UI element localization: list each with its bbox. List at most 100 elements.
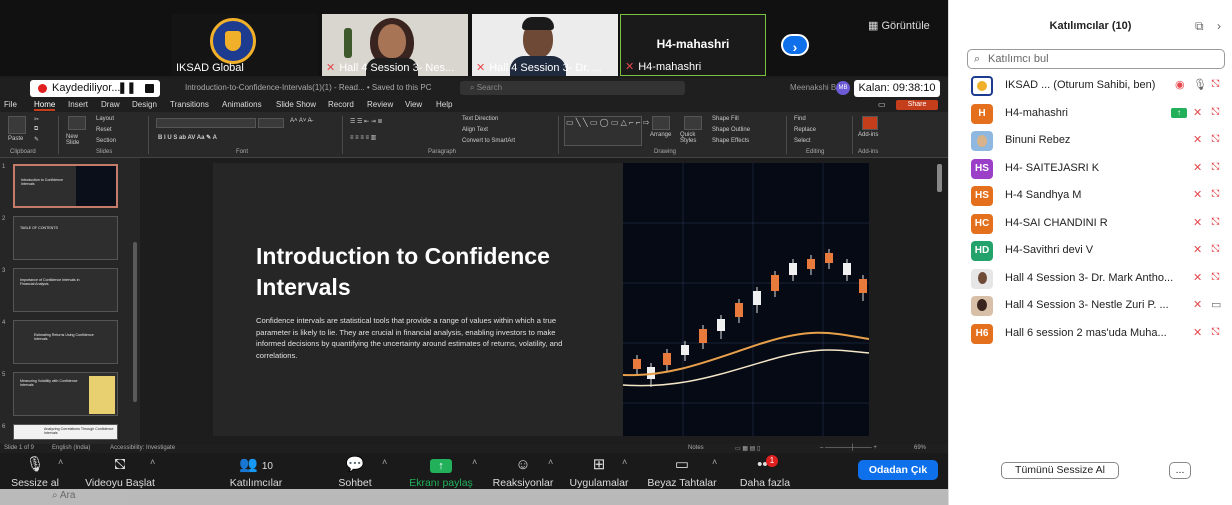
accessibility-status[interactable]: Accessibility: Investigate xyxy=(110,445,175,451)
stop-icon[interactable] xyxy=(145,84,154,93)
pop-out-icon[interactable]: ⧉ xyxy=(1195,19,1204,34)
font-family-select[interactable] xyxy=(156,118,256,128)
font-style-icons[interactable]: B I U S ab AV Aa ✎ A xyxy=(158,134,217,141)
thumbnail-slide-1[interactable]: Introduction to Confidence Intervals xyxy=(13,164,118,208)
taskbar-search[interactable]: ⌕ Ara xyxy=(52,490,75,501)
menu-insert[interactable]: Insert xyxy=(68,100,88,109)
whiteboards-button[interactable]: ▭ Beyaz Tahtalar xyxy=(646,453,718,489)
participant-row[interactable]: HD H4-Savithri devi V ✕ ⛞ xyxy=(949,239,1232,263)
format-painter-icon[interactable]: ✎ xyxy=(34,136,39,143)
video-tile-nestle[interactable]: ✕ Hall 4 Session 3- Nes... xyxy=(322,14,468,76)
participant-row[interactable]: H H4-mahashri ↑ ✕ ⛞ xyxy=(949,102,1232,126)
quick-styles-icon[interactable] xyxy=(684,116,702,130)
font-size-icons[interactable]: A˄ A˅ A̶ xyxy=(290,118,312,124)
pause-icon[interactable]: ❚❚ xyxy=(118,80,136,97)
participant-row[interactable]: HS H-4 Sandhya M ✕ ⛞ xyxy=(949,184,1232,208)
thumbnail-slide-4[interactable]: Estimating Returns Using Confidence Inte… xyxy=(13,320,118,364)
video-tile-iksad[interactable]: IKSAD Global xyxy=(172,14,318,76)
new-slide-label[interactable]: New Slide xyxy=(66,134,92,146)
menu-record[interactable]: Record xyxy=(328,100,354,109)
participant-row[interactable]: H6 Hall 6 session 2 mas'uda Muha... ✕ ⛞ xyxy=(949,322,1232,346)
reactions-button[interactable]: ☺ Reaksiyonlar xyxy=(492,453,554,489)
chat-button[interactable]: 💬 Sohbet xyxy=(330,453,380,489)
slide-scrollbar[interactable] xyxy=(937,164,942,192)
participant-row[interactable]: Hall 4 Session 3- Nestle Zuri P. ... ✕ ▭ xyxy=(949,294,1232,318)
text-direction-label[interactable]: Text Direction xyxy=(462,116,498,122)
find-label[interactable]: Find xyxy=(794,116,806,122)
reset-label[interactable]: Reset xyxy=(96,127,112,133)
chevron-up-icon[interactable]: ˄ xyxy=(382,457,387,467)
arrange-label[interactable]: Arrange xyxy=(650,132,671,138)
zoom-slider[interactable]: – ──────┼──── + xyxy=(820,445,877,451)
new-slide-icon[interactable] xyxy=(68,116,86,130)
quick-styles-label[interactable]: Quick Styles xyxy=(680,132,708,144)
participant-search-input[interactable]: ⌕ Katılımcı bul xyxy=(967,49,1225,69)
chevron-up-icon[interactable]: ˄ xyxy=(58,457,63,467)
close-icon[interactable]: › xyxy=(1217,19,1221,33)
section-label[interactable]: Section xyxy=(96,138,116,144)
replace-label[interactable]: Replace xyxy=(794,127,816,133)
menu-animations[interactable]: Animations xyxy=(222,100,262,109)
language-status[interactable]: English (India) xyxy=(52,445,90,451)
arrange-icon[interactable] xyxy=(652,116,670,130)
participant-row[interactable]: HC H4-SAI CHANDINI R ✕ ⛞ xyxy=(949,212,1232,236)
shape-outline-label[interactable]: Shape Outline xyxy=(712,127,750,133)
share-button[interactable]: Share xyxy=(896,100,938,110)
menu-view[interactable]: View xyxy=(405,100,422,109)
menu-draw[interactable]: Draw xyxy=(101,100,120,109)
recording-indicator[interactable]: Kaydediliyor... ❚❚ xyxy=(30,80,160,97)
shape-fill-label[interactable]: Shape Fill xyxy=(712,116,739,122)
mute-button[interactable]: 🎙 Sessize al xyxy=(8,453,62,489)
participant-row[interactable]: HS H4- SAITEJASRI K ✕ ⛞ xyxy=(949,157,1232,181)
thumbnail-slide-6[interactable]: Analyzing Correlations Through Confidenc… xyxy=(13,424,118,440)
menu-transitions[interactable]: Transitions xyxy=(170,100,209,109)
copy-icon[interactable]: ⧉ xyxy=(34,126,38,133)
addins-label[interactable]: Add-ins xyxy=(858,132,878,138)
video-tile-mahashri[interactable]: H4-mahashri ✕ H4-mahashri xyxy=(620,14,766,76)
zoom-level[interactable]: 69% xyxy=(914,445,926,451)
paste-label[interactable]: Paste xyxy=(8,136,23,142)
align-icons[interactable]: ≡ ≡ ≡ ≡ ▥ xyxy=(350,134,376,141)
chevron-up-icon[interactable]: ˄ xyxy=(622,457,627,467)
menu-help[interactable]: Help xyxy=(436,100,452,109)
ppt-search-input[interactable]: ⌕ Search xyxy=(460,81,685,95)
smartart-label[interactable]: Convert to SmartArt xyxy=(462,138,515,144)
mute-all-button[interactable]: Tümünü Sessize Al xyxy=(1001,462,1119,479)
menu-file[interactable]: File xyxy=(4,100,17,109)
thumbnail-slide-5[interactable]: Measuring Volatility with Confidence Int… xyxy=(13,372,118,416)
menu-slide-show[interactable]: Slide Show xyxy=(276,100,316,109)
next-page-button[interactable]: › xyxy=(781,34,809,56)
chevron-up-icon[interactable]: ˄ xyxy=(472,457,477,467)
addins-icon[interactable] xyxy=(862,116,878,130)
chevron-up-icon[interactable]: ˄ xyxy=(712,457,717,467)
participant-row[interactable]: Binuni Rebez ✕ ⛞ xyxy=(949,129,1232,153)
chevron-up-icon[interactable]: ˄ xyxy=(548,457,553,467)
share-screen-button[interactable]: ↑ Ekranı paylaş xyxy=(406,453,476,489)
leave-button[interactable]: Odadan Çık xyxy=(858,460,938,480)
font-size-select[interactable] xyxy=(258,118,284,128)
start-video-button[interactable]: ⛞ Videoyu Başlat xyxy=(80,453,160,489)
list-icons[interactable]: ☰ ☰ ⇤ ⇥ ≣ xyxy=(350,118,383,125)
cut-icon[interactable]: ✂ xyxy=(34,116,39,123)
select-label[interactable]: Select xyxy=(794,138,811,144)
participant-row[interactable]: IKSAD ... (Oturum Sahibi, ben) ◉ 🎙 ⛞ xyxy=(949,74,1232,98)
notes-button[interactable]: Notes xyxy=(688,445,704,451)
thumbnail-slide-3[interactable]: Importance of Confidence Intervals in Fi… xyxy=(13,268,118,312)
layout-label[interactable]: Layout xyxy=(96,116,114,122)
chevron-up-icon[interactable]: ˄ xyxy=(150,457,155,467)
thumbnail-slide-2[interactable]: TABLE OF CONTENTS xyxy=(13,216,118,260)
menu-review[interactable]: Review xyxy=(367,100,393,109)
participant-row[interactable]: Hall 4 Session 3- Dr. Mark Antho... ✕ ⛞ xyxy=(949,267,1232,291)
more-button[interactable]: ••• 1 Daha fazla xyxy=(736,453,794,489)
view-mode-icons[interactable]: ▭ ▦ ▤ ▯ xyxy=(735,445,760,452)
shape-effects-label[interactable]: Shape Effects xyxy=(712,138,749,144)
menu-design[interactable]: Design xyxy=(132,100,157,109)
align-text-label[interactable]: Align Text xyxy=(462,127,488,133)
participants-button[interactable]: 👥 10 Katılımcılar xyxy=(222,453,290,489)
thumbnails-scrollbar[interactable] xyxy=(133,242,137,402)
menu-home[interactable]: Home xyxy=(34,100,56,111)
paste-icon[interactable] xyxy=(8,116,26,134)
avatar[interactable]: MB xyxy=(836,81,850,95)
more-options-button[interactable]: ... xyxy=(1169,462,1191,479)
comments-icon[interactable]: ▭ xyxy=(878,100,886,109)
